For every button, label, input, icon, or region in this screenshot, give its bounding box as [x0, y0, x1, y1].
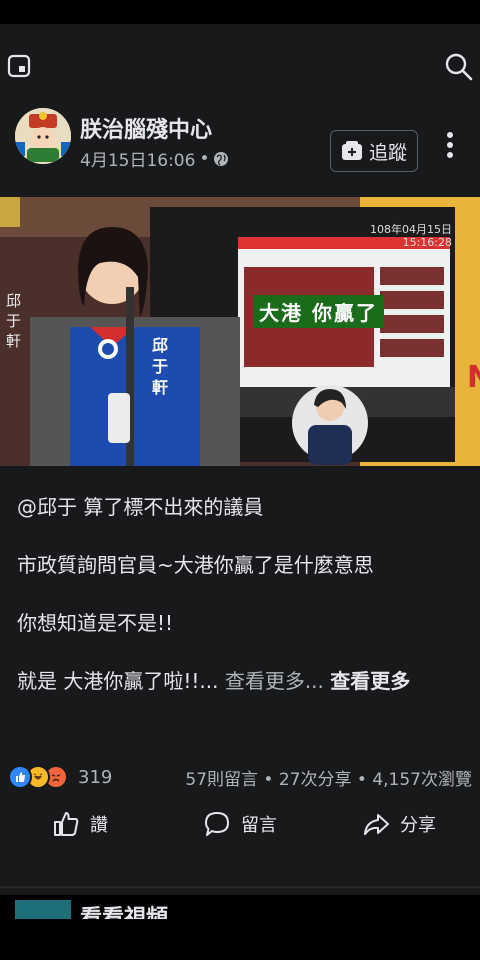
tab-switch-icon[interactable] — [7, 54, 31, 78]
video-caption-overlay: 大港 你贏了 — [253, 295, 384, 328]
video-side-label: 邱于軒 — [6, 292, 22, 350]
video-timestamp-time: 15:16:28 — [402, 236, 452, 249]
video-vest-label: 邱于軒 — [152, 336, 169, 397]
comment-button[interactable]: 留言 — [203, 810, 277, 838]
post-line-4: 就是 大港你贏了啦!!... — [17, 669, 225, 693]
video-timestamp-date: 108年04月15日 — [370, 223, 452, 236]
comment-label: 留言 — [241, 815, 277, 836]
post-date[interactable]: 4月15日16:06 — [80, 146, 195, 171]
like-label: 讚 — [90, 815, 108, 836]
post-meta: 4月15日16:06 • — [80, 146, 229, 171]
post-line-4-container: 就是 大港你贏了啦!!... 查看更多... 查看更多 — [17, 664, 467, 698]
post-text: @邱于 算了標不出來的議員 市政質詢問官員~大港你贏了是什麼意思 你想知道是不是… — [17, 490, 467, 698]
share-icon — [364, 814, 389, 835]
more-options-icon[interactable] — [440, 130, 460, 160]
follow-button[interactable]: 追蹤 — [330, 130, 418, 172]
reaction-count: 319 — [78, 766, 113, 788]
video-player[interactable]: N 108年04月15日 15:16:28 大港 你贏了 邱于軒 邱于軒 — [0, 197, 480, 466]
search-icon[interactable] — [444, 52, 474, 82]
post-line-3: 你想知道是不是!! — [17, 611, 174, 635]
post-line-1: @邱于 算了標不出來的議員 — [17, 495, 264, 519]
emperor-cartoon-icon — [15, 108, 71, 164]
follow-page-icon — [341, 141, 362, 160]
post-header: 朕治腦殘中心 4月15日16:06 • 追蹤 — [0, 102, 480, 192]
next-post-preview[interactable]: 看看視頻 — [0, 890, 480, 919]
like-reaction-icon — [8, 765, 32, 789]
video-timestamp: 108年04月15日 15:16:28 — [370, 223, 452, 249]
globe-icon — [214, 151, 229, 166]
share-label: 分享 — [400, 815, 436, 836]
page-name[interactable]: 朕治腦殘中心 — [80, 112, 212, 144]
next-post-title[interactable]: 看看視頻 — [80, 900, 168, 919]
meta-separator: • — [199, 148, 210, 169]
comment-icon — [205, 812, 229, 836]
top-bar — [0, 24, 480, 100]
reactions-summary[interactable]: 319 — [8, 762, 112, 792]
thumbs-up-icon — [54, 812, 79, 836]
facebook-app: 朕治腦殘中心 4月15日16:06 • 追蹤 N 108年04月15日 15:1… — [0, 24, 480, 919]
action-bar: 讚 留言 分享 — [0, 810, 480, 850]
next-post-avatar[interactable] — [15, 900, 71, 919]
post-line-2: 市政質詢問官員~大港你贏了是什麼意思 — [17, 553, 374, 577]
share-button[interactable]: 分享 — [362, 810, 436, 838]
see-more-link[interactable]: 查看更多... — [225, 669, 330, 693]
like-button[interactable]: 讚 — [52, 810, 108, 838]
follow-label: 追蹤 — [368, 141, 407, 164]
svg-text:N: N — [467, 360, 480, 395]
feed-divider — [0, 886, 480, 888]
see-more-bold-link[interactable]: 查看更多 — [330, 669, 410, 693]
engagement-stats[interactable]: 57則留言 • 27次分享 • 4,157次瀏覽 — [185, 765, 472, 790]
page-avatar[interactable] — [15, 108, 71, 164]
